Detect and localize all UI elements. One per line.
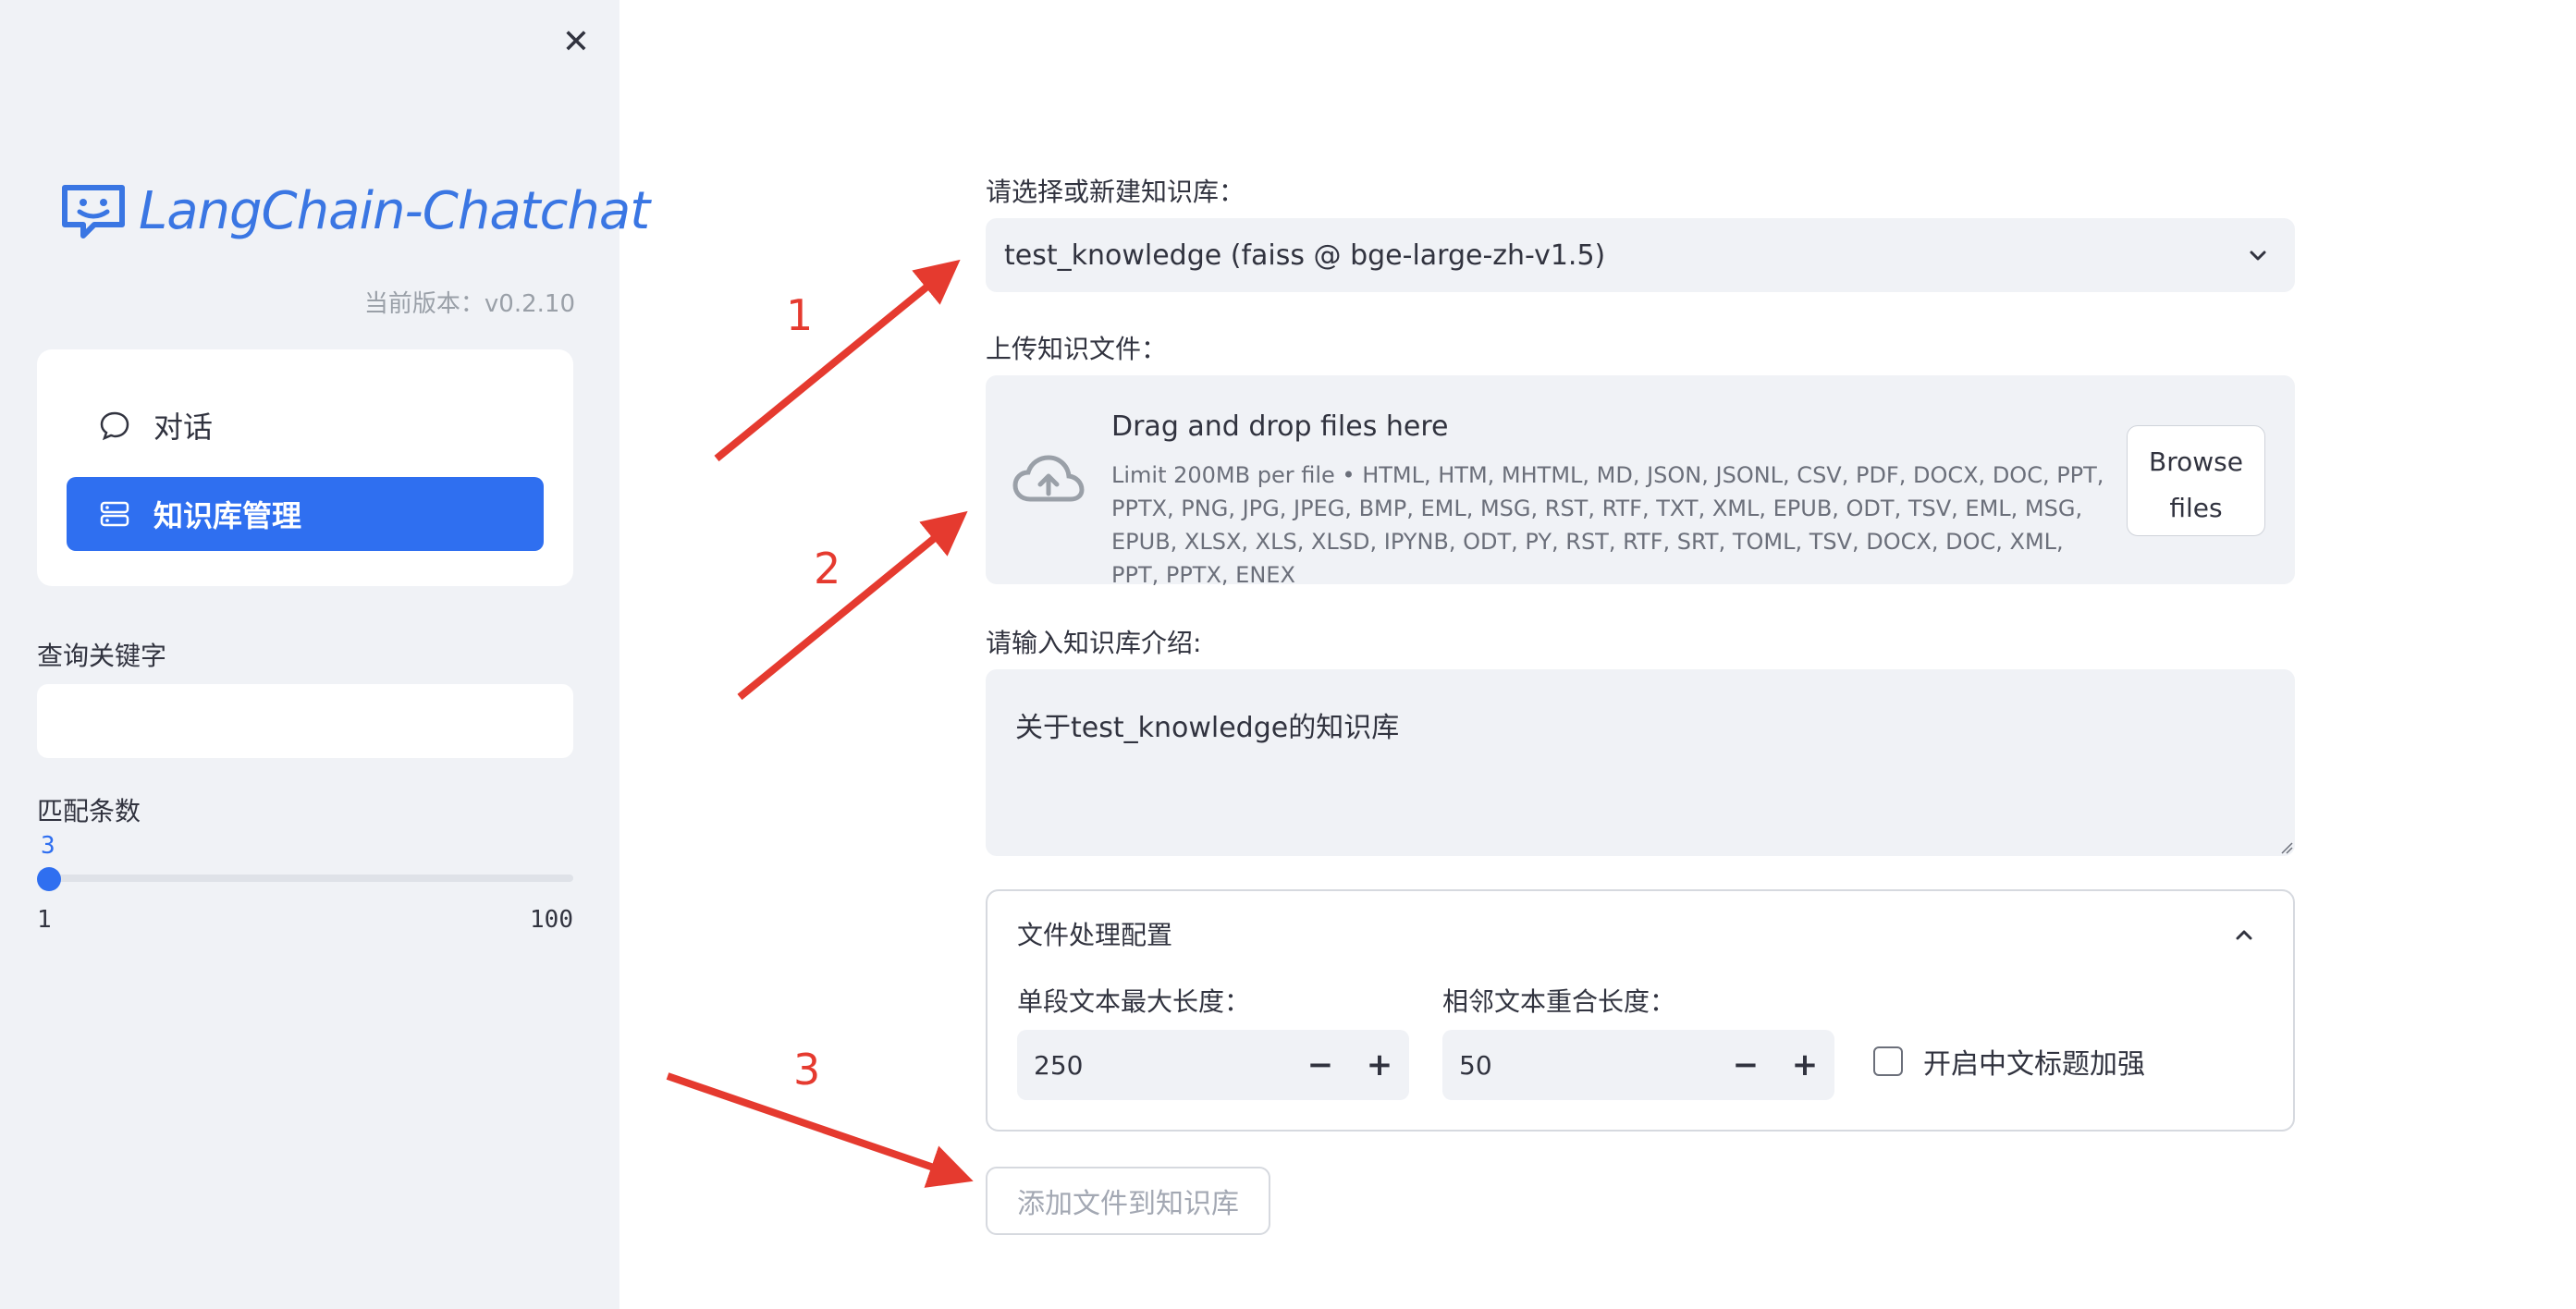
kb-select[interactable]: test_knowledge (faiss @ bge-large-zh-v1.… — [986, 218, 2295, 292]
kb-select-value: test_knowledge (faiss @ bge-large-zh-v1.… — [1004, 239, 1606, 272]
chunk-size-label: 单段文本最大长度： — [1017, 986, 1251, 1017]
checkbox-label: 开启中文标题加强 — [1923, 1048, 2145, 1081]
overlap-input[interactable]: 50 − + — [1442, 1030, 1834, 1100]
version-label: 当前版本：v0.2.10 — [363, 290, 575, 318]
chunk-size-value: 250 — [1034, 1049, 1084, 1081]
overlap-label: 相邻文本重合长度： — [1442, 986, 1676, 1017]
arrow-2 — [737, 510, 968, 701]
browse-files-button[interactable]: Browse files — [2127, 425, 2265, 536]
chevron-up-icon[interactable] — [2230, 921, 2258, 948]
chat-logo-icon — [62, 184, 125, 239]
decrement-button[interactable]: − — [1716, 1030, 1775, 1100]
chevron-down-icon — [2250, 251, 2266, 261]
chat-bubble-icon — [96, 407, 133, 444]
nav-menu: 对话 知识库管理 — [37, 349, 573, 586]
slider-min: 1 — [37, 906, 52, 934]
browse-line-1: Browse — [2149, 446, 2243, 477]
dropzone-title: Drag and drop files here — [1111, 410, 1449, 443]
app-logo: LangChain-Chatchat — [59, 181, 650, 241]
increment-button[interactable]: + — [1350, 1030, 1409, 1100]
zh-title-enhance-checkbox[interactable]: 开启中文标题加强 — [1873, 1041, 2145, 1082]
app-name: LangChain-Chatchat — [139, 181, 650, 241]
decrement-button[interactable]: − — [1291, 1030, 1350, 1100]
overlap-value: 50 — [1459, 1049, 1492, 1081]
add-files-button[interactable]: 添加文件到知识库 — [986, 1167, 1270, 1235]
browse-line-2: files — [2169, 492, 2223, 523]
annotation-2: 2 — [814, 544, 841, 593]
cloud-upload-icon — [1012, 455, 1085, 502]
kb-intro-textarea[interactable]: 关于test_knowledge的知识库 — [986, 669, 2295, 856]
file-dropzone[interactable]: Drag and drop files here Limit 200MB per… — [986, 375, 2295, 588]
kb-select-label: 请选择或新建知识库： — [986, 177, 1245, 207]
database-icon — [96, 495, 133, 532]
checkbox-box[interactable] — [1873, 1046, 1903, 1076]
close-sidebar-button[interactable]: ✕ — [551, 17, 601, 67]
close-icon: ✕ — [561, 22, 591, 61]
nav-item-label: 对话 — [153, 410, 214, 445]
upload-label: 上传知识文件： — [986, 334, 1168, 364]
arrow-1 — [714, 259, 961, 462]
annotation-3: 3 — [793, 1045, 821, 1095]
dropzone-limit-text: Limit 200MB per file • HTML, HTM, MHTML,… — [1111, 462, 2104, 588]
nav-item-label: 知识库管理 — [153, 498, 302, 533]
nav-item-knowledge-base[interactable]: 知识库管理 — [67, 477, 544, 551]
nav-item-chat[interactable]: 对话 — [67, 388, 544, 462]
search-keyword-input[interactable] — [37, 684, 573, 758]
chunk-size-input[interactable]: 250 − + — [1017, 1030, 1409, 1100]
match-count-label: 匹配条数 — [37, 796, 141, 826]
slider-track[interactable] — [48, 875, 573, 882]
slider-max: 100 — [530, 906, 573, 934]
sidebar: ✕ LangChain-Chatchat 当前版本：v0.2.10 对话 知识库… — [0, 0, 650, 1309]
file-processing-config: 文件处理配置 单段文本最大长度： 250 − + 相邻文本重合长度： 50 − … — [986, 889, 2295, 1132]
search-label: 查询关键字 — [37, 641, 167, 671]
config-title: 文件处理配置 — [1017, 920, 1173, 950]
annotation-1: 1 — [786, 290, 814, 340]
slider-value: 3 — [41, 832, 55, 860]
resize-grip-icon[interactable] — [2280, 841, 2293, 854]
slider-thumb[interactable] — [37, 867, 61, 891]
intro-label: 请输入知识库介绍: — [986, 628, 1202, 658]
increment-button[interactable]: + — [1775, 1030, 1834, 1100]
